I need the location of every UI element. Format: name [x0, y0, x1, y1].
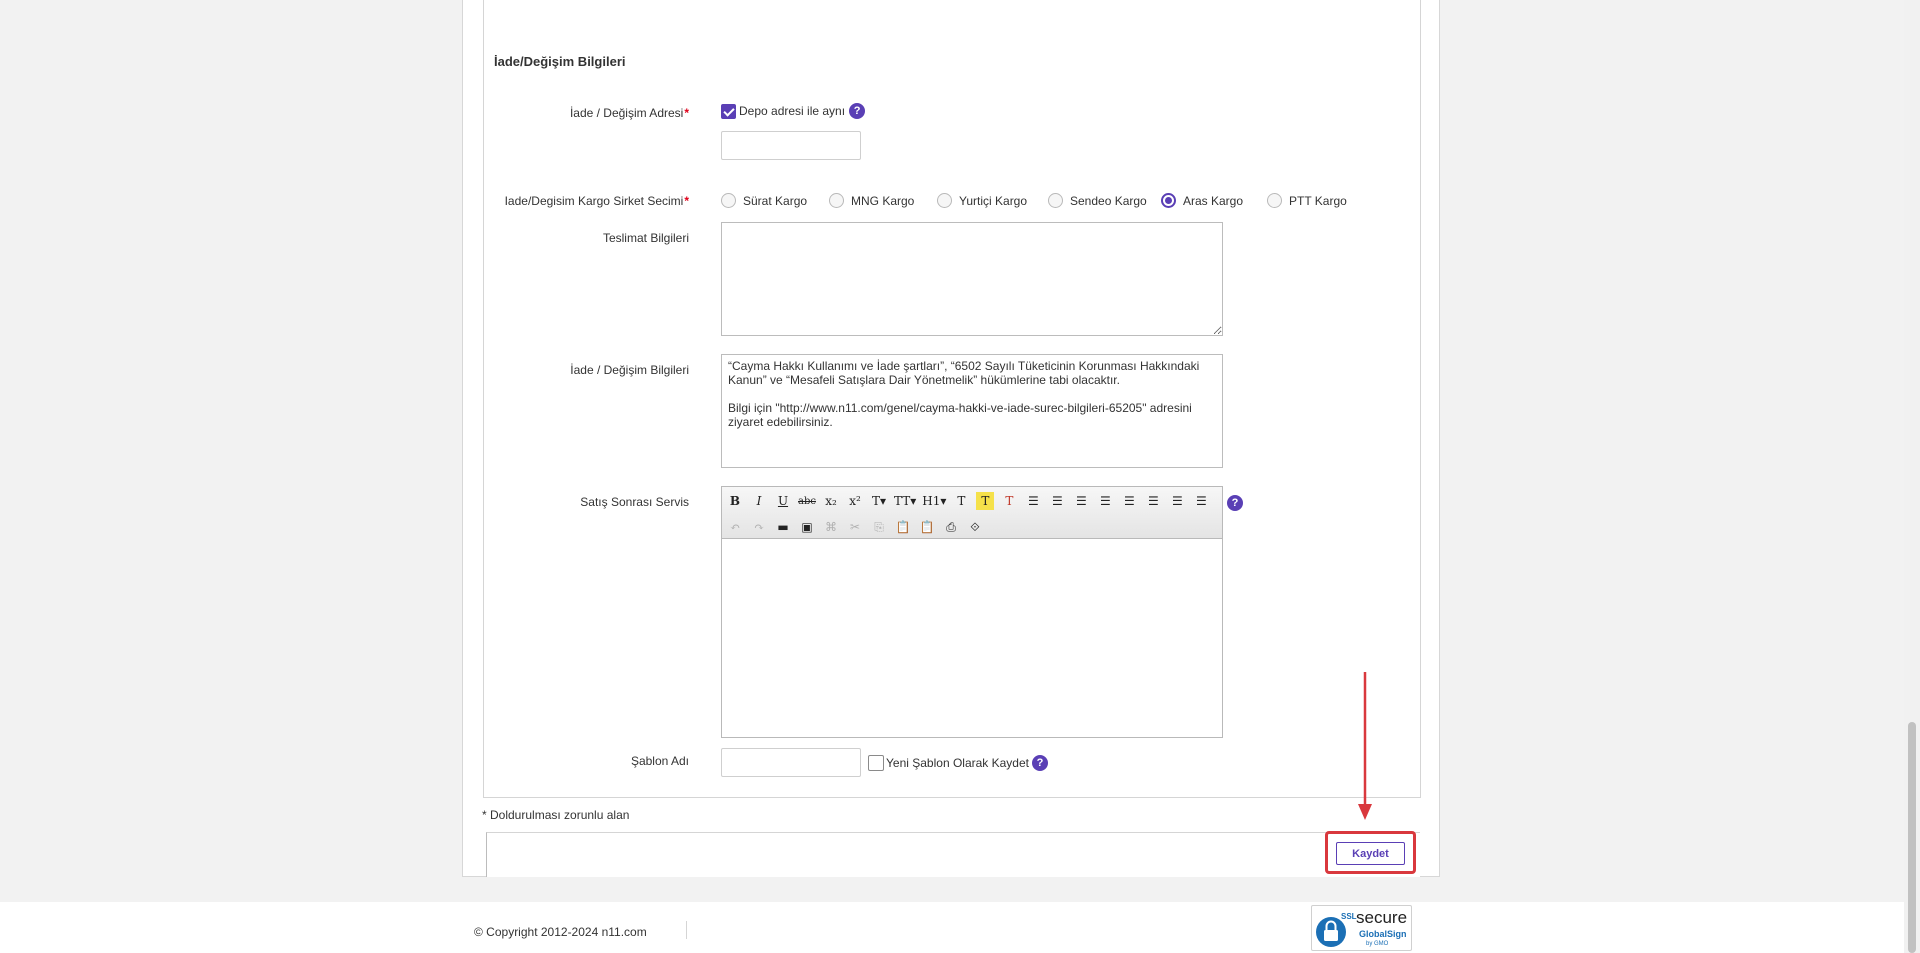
- save-as-new-checkbox[interactable]: [868, 755, 884, 771]
- template-name-input[interactable]: [721, 748, 861, 777]
- ssl-secure-text: secure: [1356, 908, 1408, 927]
- ssl-by-text: by GMO: [1366, 941, 1389, 947]
- save-as-new-row: Yeni Şablon Olarak Kaydet ?: [868, 755, 1048, 771]
- paste-button[interactable]: 📋: [894, 518, 912, 536]
- delivery-info-label: Teslimat Bilgileri: [602, 231, 689, 245]
- save-as-new-label: Yeni Şablon Olarak Kaydet: [886, 756, 1029, 770]
- cargo-option-label: Aras Kargo: [1183, 193, 1244, 208]
- save-button[interactable]: Kaydet: [1336, 842, 1405, 865]
- cargo-option-yurtici[interactable]: Yurtiçi Kargo: [937, 193, 1048, 208]
- return-info-paragraph-2: Bilgi için "http://www.n11.com/genel/cay…: [728, 401, 1196, 429]
- outdent-button[interactable]: ☰: [1072, 492, 1090, 510]
- cut-button[interactable]: ✂: [846, 518, 864, 536]
- subscript-button[interactable]: x₂: [822, 492, 840, 510]
- cargo-option-sendeo[interactable]: Sendeo Kargo: [1048, 193, 1161, 208]
- help-icon[interactable]: ?: [1032, 755, 1048, 771]
- footer-divider: [686, 921, 687, 939]
- horizontal-rule-button[interactable]: ▬: [774, 518, 792, 536]
- editor-toolbar-row-1: B I Uabc x₂ x² T▾ TT▾ H1▾ T T T ☰ ☰ ☰ ☰ ☰ ☰ ☰ ☰: [726, 490, 1216, 512]
- radio-button[interactable]: [1048, 193, 1063, 208]
- cargo-option-label: MNG Kargo: [851, 193, 915, 208]
- radio-button[interactable]: [937, 193, 952, 208]
- font-size-button[interactable]: TT▾: [894, 492, 916, 510]
- numbered-list-button[interactable]: ☰: [1048, 492, 1066, 510]
- editor-toolbar: B I Uabc x₂ x² T▾ TT▾ H1▾ T T T ☰ ☰ ☰ ☰ ☰ ☰ ☰ ☰ ↶ ↷ ▬ ▣ ⌘ ✂ ⎘ 📋 📋 ⎙…: [722, 487, 1222, 539]
- italic-button[interactable]: I: [750, 492, 768, 510]
- required-mark: *: [684, 106, 689, 120]
- align-center-button[interactable]: ☰: [1144, 492, 1162, 510]
- required-mark: *: [684, 194, 689, 208]
- delivery-info-textarea[interactable]: [721, 222, 1223, 336]
- after-sales-editor: B I Uabc x₂ x² T▾ TT▾ H1▾ T T T ☰ ☰ ☰ ☰ ☰ ☰ ☰ ☰ ↶ ↷ ▬ ▣ ⌘ ✂ ⎘ 📋 📋 ⎙…: [721, 486, 1223, 738]
- paste-text-button[interactable]: 📋: [918, 518, 936, 536]
- cargo-label: Iade/Degisim Kargo Sirket Secimi*: [489, 194, 689, 208]
- insert-image-button[interactable]: ▣: [798, 518, 816, 536]
- indent-button[interactable]: ☰: [1096, 492, 1114, 510]
- bullet-list-button[interactable]: ☰: [1024, 492, 1042, 510]
- highlight-button[interactable]: T: [976, 492, 995, 510]
- cargo-option-mng[interactable]: MNG Kargo: [829, 193, 937, 208]
- undo-button[interactable]: ↶: [726, 518, 744, 536]
- print-button[interactable]: ⎙: [942, 518, 960, 536]
- save-panel: [486, 832, 1420, 877]
- ssl-secure-badge[interactable]: SSL secure GlobalSign by GMO: [1311, 905, 1412, 951]
- source-button[interactable]: ⟐: [966, 518, 984, 536]
- help-icon[interactable]: ?: [849, 103, 866, 119]
- ssl-label: SSL: [1341, 912, 1357, 921]
- strikethrough-button[interactable]: abc: [798, 492, 816, 510]
- cargo-option-label: Sendeo Kargo: [1070, 193, 1147, 208]
- return-info-paragraph-1: “Cayma Hakkı Kullanımı ve İade şartları”…: [728, 359, 1203, 387]
- copyright-text: © Copyright 2012-2024 n11.com: [474, 925, 647, 939]
- scrollbar-thumb[interactable]: [1908, 722, 1916, 953]
- return-info-label: İade / Değişim Bilgileri: [570, 363, 689, 377]
- cargo-radio-group: Sürat Kargo MNG Kargo Yurtiçi Kargo Send…: [721, 193, 1347, 208]
- superscript-button[interactable]: x²: [846, 492, 864, 510]
- cargo-option-aras[interactable]: Aras Kargo: [1161, 193, 1267, 208]
- cargo-option-surat[interactable]: Sürat Kargo: [721, 193, 829, 208]
- same-as-warehouse-row: Depo adresi ile aynı ?: [721, 103, 866, 119]
- cargo-label-text: Iade/Degisim Kargo Sirket Secimi: [504, 194, 684, 208]
- footer: [0, 902, 1904, 953]
- editor-content-area[interactable]: [722, 539, 1222, 737]
- heading-button[interactable]: H1▾: [922, 492, 946, 510]
- radio-button[interactable]: [829, 193, 844, 208]
- text-color-button[interactable]: T: [952, 492, 970, 510]
- return-address-label-text: İade / Değişim Adresi: [569, 106, 684, 120]
- radio-button-selected[interactable]: [1161, 193, 1176, 208]
- section-title: İade/Değişim Bilgileri: [494, 54, 626, 69]
- return-address-label: İade / Değişim Adresi*: [489, 106, 689, 120]
- cargo-option-label: Sürat Kargo: [743, 193, 808, 208]
- ssl-brand-text: GlobalSign: [1359, 929, 1407, 939]
- return-info-textarea[interactable]: “Cayma Hakkı Kullanımı ve İade şartları”…: [721, 354, 1223, 468]
- align-right-button[interactable]: ☰: [1168, 492, 1186, 510]
- insert-link-button[interactable]: ⌘: [822, 518, 840, 536]
- underline-button[interactable]: U: [774, 492, 792, 510]
- same-as-warehouse-checkbox[interactable]: [721, 103, 736, 119]
- radio-button[interactable]: [721, 193, 736, 208]
- bold-button[interactable]: B: [726, 492, 744, 510]
- clear-format-button[interactable]: T: [1000, 492, 1018, 510]
- radio-button[interactable]: [1267, 193, 1282, 208]
- cargo-option-label: PTT Kargo: [1289, 193, 1347, 208]
- template-name-label: Şablon Adı: [630, 754, 689, 768]
- justify-button[interactable]: ☰: [1192, 492, 1210, 510]
- return-address-input[interactable]: [721, 131, 861, 160]
- redo-button[interactable]: ↷: [750, 518, 768, 536]
- cargo-option-label: Yurtiçi Kargo: [959, 193, 1028, 208]
- align-left-button[interactable]: ☰: [1120, 492, 1138, 510]
- font-family-button[interactable]: T▾: [870, 492, 888, 510]
- help-icon[interactable]: ?: [1227, 495, 1243, 511]
- required-field-note: * Doldurulması zorunlu alan: [482, 808, 630, 822]
- editor-toolbar-row-2: ↶ ↷ ▬ ▣ ⌘ ✂ ⎘ 📋 📋 ⎙ ⟐: [726, 516, 990, 538]
- after-sales-label: Satış Sonrası Servis: [580, 495, 689, 509]
- arrow-down-icon: [1358, 672, 1372, 820]
- same-as-warehouse-label: Depo adresi ile aynı: [739, 104, 846, 118]
- cargo-option-ptt[interactable]: PTT Kargo: [1267, 193, 1347, 208]
- copy-button[interactable]: ⎘: [870, 518, 888, 536]
